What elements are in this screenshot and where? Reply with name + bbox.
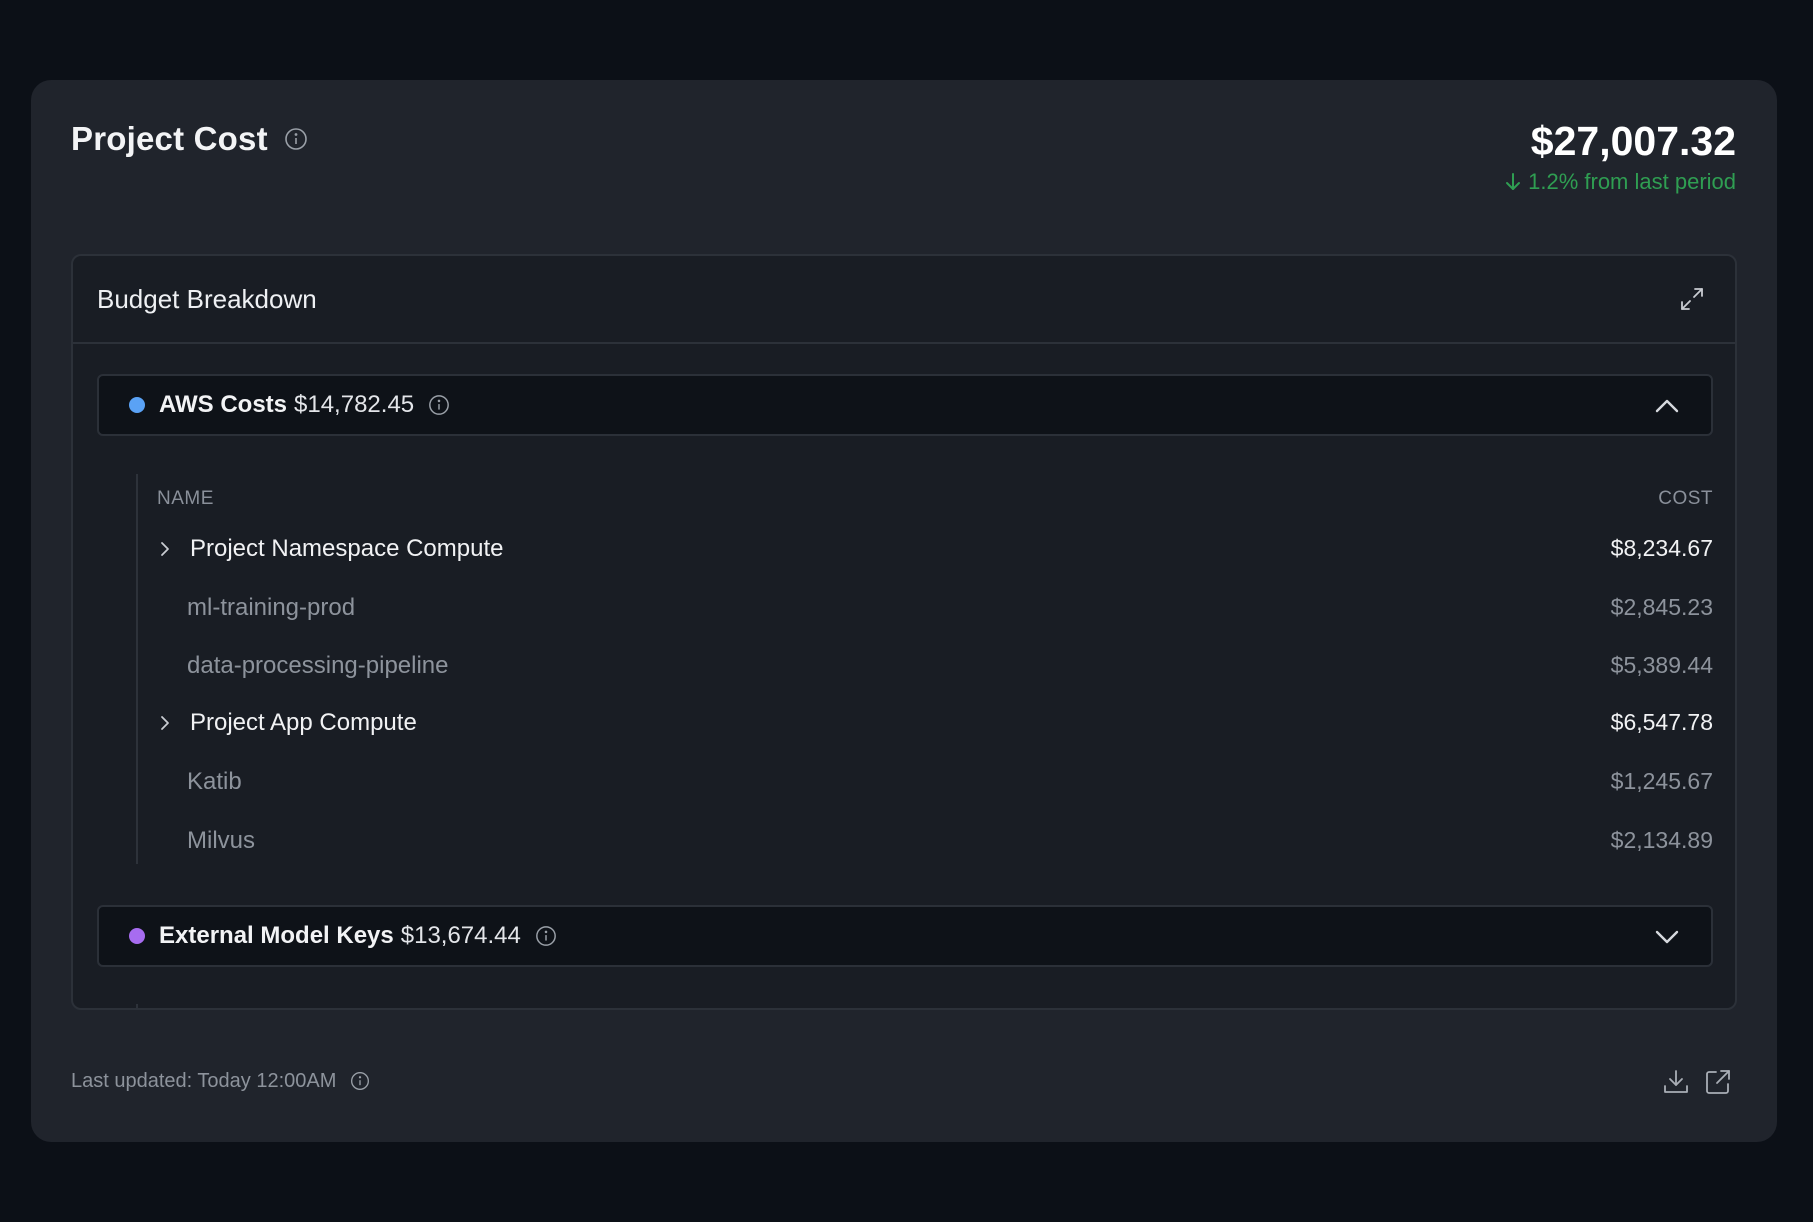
budget-breakdown-panel: Budget Breakdown AWS Costs $14,782.45 NA… (71, 254, 1737, 1010)
row-cost: $6,547.78 (1610, 709, 1713, 735)
row-name: Katib (187, 768, 242, 795)
row-name: Milvus (187, 827, 256, 854)
arrow-down-icon (1504, 172, 1522, 192)
row-name: ml-training-prod (187, 594, 356, 621)
total-amount: $27,007.32 (1530, 118, 1736, 164)
download-icon[interactable] (1661, 1067, 1691, 1097)
trend-text: 1.2% from last period (1528, 169, 1736, 194)
chevron-down-icon[interactable] (1653, 925, 1681, 949)
external-keys-color-dot (129, 928, 145, 944)
info-icon[interactable] (535, 925, 557, 947)
info-icon[interactable] (284, 127, 308, 151)
row-name: Project Namespace Compute (190, 535, 504, 562)
group-name: External Model Keys (159, 922, 394, 949)
title-row: Project Cost (71, 120, 308, 158)
last-updated: Last updated: Today 12:00AM (71, 1070, 372, 1093)
row-name: data-processing-pipeline (187, 652, 449, 679)
project-cost-card: Project Cost $27,007.32 1.2% from last p… (31, 80, 1777, 1142)
chevron-right-icon[interactable] (158, 713, 172, 733)
info-icon[interactable] (350, 1071, 372, 1093)
row-name: Project App Compute (190, 709, 417, 736)
external-link-icon[interactable] (1703, 1067, 1733, 1097)
group-amount: $14,782.45 (294, 391, 415, 418)
col-header-name: NAME (157, 488, 214, 509)
info-icon[interactable] (428, 394, 450, 416)
table-row-ml-training-prod: ml-training-prod $2,845.23 (138, 588, 1713, 628)
aws-color-dot (129, 397, 145, 413)
row-cost: $2,134.89 (1610, 827, 1713, 853)
group-name: AWS Costs (159, 391, 288, 418)
aws-cost-table: NAME COST Project Namespace Compute $8,2… (136, 474, 1713, 864)
col-header-cost: COST (1658, 488, 1713, 509)
total-cost: $27,007.32 1.2% from last period (1504, 118, 1736, 195)
row-cost: $8,234.67 (1610, 535, 1713, 561)
table-row-katib: Katib $1,245.67 (138, 762, 1713, 802)
row-cost: $2,845.23 (1610, 594, 1713, 620)
row-cost: $5,389.44 (1610, 652, 1713, 678)
table-row-milvus: Milvus $2,134.89 (138, 821, 1713, 861)
chevron-up-icon[interactable] (1653, 394, 1681, 418)
last-updated-text: Last updated: Today 12:00AM (71, 1070, 337, 1092)
table-row-project-namespace-compute[interactable]: Project Namespace Compute $8,234.67 (138, 529, 1713, 569)
group-aws-costs[interactable]: AWS Costs $14,782.45 (97, 374, 1713, 436)
tree-guide-line (136, 1004, 138, 1008)
panel-title: Budget Breakdown (97, 284, 317, 314)
table-row-project-app-compute[interactable]: Project App Compute $6,547.78 (138, 703, 1713, 743)
panel-header: Budget Breakdown (73, 256, 1735, 344)
table-row-data-processing-pipeline: data-processing-pipeline $5,389.44 (138, 646, 1713, 686)
group-amount: $13,674.44 (400, 922, 521, 949)
expand-icon[interactable] (1679, 286, 1705, 312)
trend-indicator: 1.2% from last period (1504, 169, 1736, 195)
row-cost: $1,245.67 (1610, 768, 1713, 794)
group-external-model-keys[interactable]: External Model Keys $13,674.44 (97, 905, 1713, 967)
chevron-right-icon[interactable] (158, 539, 172, 559)
page-title: Project Cost (71, 120, 268, 157)
